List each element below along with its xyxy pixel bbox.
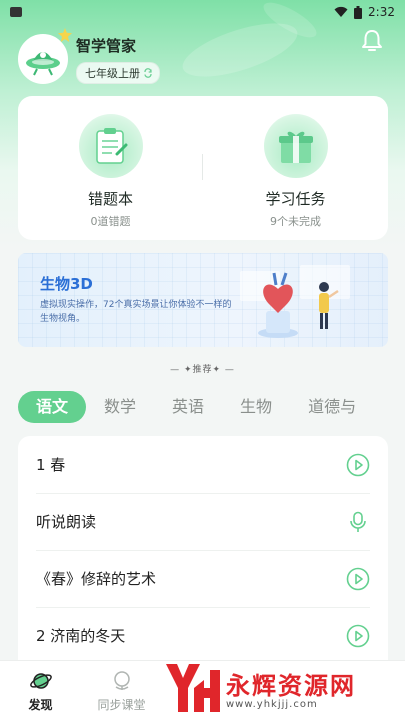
planet-icon — [29, 672, 52, 689]
study-tasks-button[interactable]: 学习任务 9个未完成 — [203, 96, 388, 240]
lesson-title: 2 济南的冬天 — [36, 627, 126, 645]
list-item[interactable]: 听说朗读 — [18, 493, 388, 550]
banner-title: 生物3D — [40, 275, 93, 293]
watermark-brand: 永辉资源网 — [226, 672, 356, 700]
battery-icon — [354, 5, 363, 19]
nickname: 智学管家 — [76, 36, 137, 55]
banner-description: 虚拟现实操作，72个真实场景让你体验不一样的生物视角。 — [40, 300, 232, 324]
clipboard-icon — [78, 114, 143, 178]
grade-label: 七年级上册 — [85, 66, 140, 80]
recommend-label: 推荐 — [192, 365, 213, 375]
mistake-book-button[interactable]: 错题本 0道错题 — [18, 96, 203, 240]
ufo-avatar-icon — [26, 52, 60, 76]
play-icon[interactable] — [346, 624, 370, 648]
subject-tabs: 语文 数学 英语 生物 道德与 — [18, 390, 405, 424]
switch-icon — [144, 67, 152, 78]
avatar[interactable] — [18, 28, 72, 84]
tab-ethics[interactable]: 道德与 — [290, 391, 374, 423]
status-bar: 2:32 — [0, 0, 405, 24]
mistake-book-count: 0道错题 — [90, 215, 131, 228]
star-icon — [58, 28, 72, 42]
study-tasks-title: 学习任务 — [265, 190, 326, 208]
tools-card: 错题本 0道错题 学习任务 9个未完成 — [18, 96, 388, 240]
heart-model-illustration — [240, 265, 350, 338]
gift-box-icon — [263, 114, 328, 178]
tab-sync-class[interactable]: 同步课堂 — [81, 661, 162, 720]
profile-header[interactable]: 智学管家 七年级上册 — [18, 28, 160, 84]
bell-icon[interactable] — [361, 28, 383, 52]
tab-discover[interactable]: 发现 — [0, 661, 81, 720]
play-icon[interactable] — [346, 453, 370, 477]
list-item[interactable]: 1 春 — [18, 436, 388, 493]
lesson-title: 1 春 — [36, 456, 66, 474]
lesson-title: 《春》修辞的艺术 — [36, 570, 157, 588]
grade-selector[interactable]: 七年级上册 — [76, 61, 160, 84]
tab-math[interactable]: 数学 — [86, 391, 154, 423]
tab-discover-label: 发现 — [28, 697, 53, 712]
notification-icon — [10, 7, 22, 17]
lesson-list: 1 春 听说朗读 《春》修辞的艺术 2 济南的冬天 — [18, 436, 388, 666]
lesson-title: 听说朗读 — [36, 513, 97, 531]
status-time: 2:32 — [368, 5, 395, 19]
tab-english[interactable]: 英语 — [154, 391, 222, 423]
recommend-section-label: — ✦推荐✦ — — [170, 365, 235, 375]
tab-sync-class-label: 同步课堂 — [97, 697, 146, 712]
biology-3d-banner[interactable]: 生物3D 虚拟现实操作，72个真实场景让你体验不一样的生物视角。 — [18, 253, 388, 347]
watermark-logo — [166, 664, 220, 712]
tab-biology[interactable]: 生物 — [222, 391, 290, 423]
list-item[interactable]: 《春》修辞的艺术 — [18, 550, 388, 607]
microphone-icon[interactable] — [346, 510, 370, 534]
play-icon[interactable] — [346, 567, 370, 591]
watermark: 永辉资源网 www.yhkjjj.com — [160, 656, 405, 720]
tab-chinese[interactable]: 语文 — [18, 391, 87, 423]
wifi-icon — [334, 6, 348, 17]
mistake-book-title: 错题本 — [87, 190, 133, 208]
globe-icon — [113, 670, 130, 690]
study-tasks-count: 9个未完成 — [270, 215, 321, 228]
